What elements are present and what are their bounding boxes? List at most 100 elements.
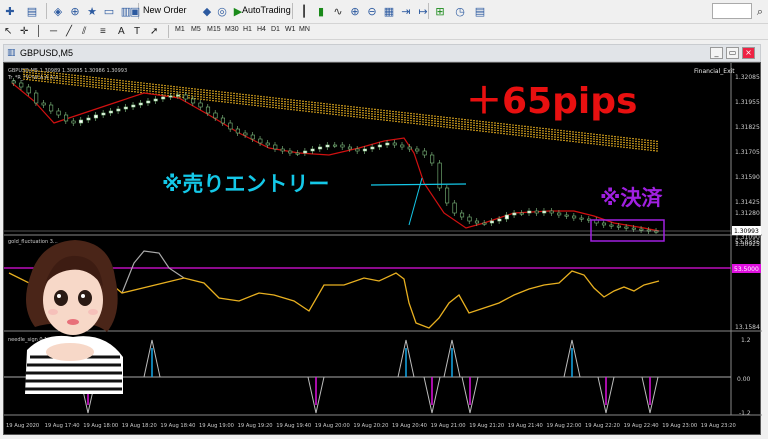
candle xyxy=(340,144,345,148)
timeframe-m1[interactable]: M1 xyxy=(175,26,185,33)
time-label: 19 Aug 19:00 xyxy=(199,423,234,429)
candle xyxy=(355,148,360,152)
candle xyxy=(280,148,285,152)
signals-icon[interactable]: ◎ xyxy=(214,3,230,19)
line-chart-icon[interactable]: ∿ xyxy=(330,3,346,19)
candle xyxy=(131,104,136,108)
time-label: 19 Aug 20:20 xyxy=(353,423,388,429)
candle xyxy=(400,144,405,148)
drawing-toolbar: ↖ ✛ │ ─ ╱ ⫽ ≡ A T ➚ M1 M5 M15 M30 H1 H4 … xyxy=(0,24,768,40)
time-label: 19 Aug 18:00 xyxy=(83,423,118,429)
zoom-in-icon[interactable]: ⊕ xyxy=(347,3,363,19)
exit-annotation: ※決済 xyxy=(600,186,663,210)
search-input[interactable] xyxy=(712,3,752,19)
candle xyxy=(205,106,211,114)
entry-horizontal-line[interactable] xyxy=(370,183,467,186)
time-label: 19 Aug 23:20 xyxy=(701,423,736,429)
sub1-bottom-value: 13.1584 xyxy=(735,324,760,331)
market-watch-icon[interactable]: ◈ xyxy=(50,3,66,19)
terminal-icon[interactable]: ▭ xyxy=(101,3,117,19)
minimize-button[interactable]: _ xyxy=(710,47,723,59)
gold-fluctuation-line-gray xyxy=(121,250,185,294)
arrows-icon[interactable]: ➚ xyxy=(150,26,158,37)
navigator-icon[interactable]: ★ xyxy=(84,3,100,19)
timeframe-d1[interactable]: D1 xyxy=(271,26,280,33)
text-icon[interactable]: A xyxy=(118,26,125,37)
candle xyxy=(56,110,61,116)
profiles-icon[interactable]: ▤ xyxy=(24,3,40,19)
candle xyxy=(452,202,457,214)
metaeditor-icon[interactable]: ◆ xyxy=(199,3,215,19)
candle xyxy=(123,106,128,110)
restore-button[interactable]: ▭ xyxy=(726,47,739,59)
zoom-out-icon[interactable]: ⊖ xyxy=(364,3,380,19)
timeframe-w1[interactable]: W1 xyxy=(285,26,296,33)
candle xyxy=(303,150,308,154)
bar-chart-icon[interactable]: ┃ xyxy=(296,3,312,19)
timeframe-h1[interactable]: H1 xyxy=(243,26,252,33)
new-order-icon[interactable]: ▣ xyxy=(128,3,142,19)
timeframe-m5[interactable]: M5 xyxy=(191,26,201,33)
timeframe-h4[interactable]: H4 xyxy=(257,26,266,33)
candle xyxy=(572,215,577,219)
cursor-icon[interactable]: ↖ xyxy=(4,26,12,37)
label-icon[interactable]: T xyxy=(134,26,140,37)
candle xyxy=(370,146,375,150)
close-button[interactable]: × xyxy=(742,47,755,59)
candle xyxy=(497,218,502,222)
candle xyxy=(459,212,465,218)
level-value: 53.5000 xyxy=(734,266,759,273)
periods-icon[interactable]: ◷ xyxy=(452,3,468,19)
fibonacci-icon[interactable]: ≡ xyxy=(100,26,106,37)
candle xyxy=(325,144,330,148)
new-order-button[interactable]: New Order xyxy=(143,5,187,15)
equidistant-channel-icon[interactable]: ⫽ xyxy=(82,26,86,37)
candle xyxy=(445,187,450,204)
price-label: 1.31705 xyxy=(735,149,760,156)
autotrading-button[interactable]: AutoTrading xyxy=(242,5,291,15)
templates-icon[interactable]: ▤ xyxy=(472,3,488,19)
candle xyxy=(213,112,218,119)
candle xyxy=(564,214,569,217)
candle xyxy=(86,117,91,121)
price-label: 1.31955 xyxy=(735,99,760,106)
crosshair-icon[interactable]: ✛ xyxy=(20,26,28,37)
price-label: 1.32085 xyxy=(735,74,760,81)
candle xyxy=(78,119,84,124)
time-label: 19 Aug 18:20 xyxy=(122,423,157,429)
candle xyxy=(557,212,562,216)
candle xyxy=(288,150,293,154)
new-chart-icon[interactable]: ✚ xyxy=(2,3,18,19)
trendline-icon[interactable]: ╱ xyxy=(66,26,72,37)
gain-annotation: ＋65pips xyxy=(466,81,637,122)
sub1-top-value: 53.8336 xyxy=(735,239,760,246)
candle xyxy=(332,144,338,147)
chart-window-titlebar[interactable]: ▥ GBPUSD,M5 _ ▭ × xyxy=(3,44,761,62)
candle xyxy=(609,224,614,227)
price-label: 1.31825 xyxy=(735,124,760,131)
timeframe-m15[interactable]: M15 xyxy=(207,26,221,33)
candle xyxy=(161,96,166,100)
entry-annotation: ※売りエントリー xyxy=(162,172,329,196)
candle xyxy=(422,150,427,156)
timeframe-m30[interactable]: M30 xyxy=(225,26,239,33)
candle xyxy=(639,228,644,231)
needle-bottom-value: -1.2 xyxy=(739,410,751,417)
needle-zero-value: 0.00 xyxy=(737,376,751,383)
chart-shift-icon[interactable]: ⇥ xyxy=(398,3,414,19)
tile-windows-icon[interactable]: ▦ xyxy=(381,3,397,19)
chart-window-icon: ▥ xyxy=(7,48,16,58)
candle xyxy=(534,210,539,214)
vertical-line-icon[interactable]: │ xyxy=(36,26,42,37)
candlestick-icon[interactable]: ▮ xyxy=(313,3,329,19)
avatar xyxy=(25,240,123,394)
timeframe-mn[interactable]: MN xyxy=(299,26,310,33)
data-window-icon[interactable]: ⊕ xyxy=(67,3,83,19)
search-icon[interactable]: ⌕ xyxy=(752,4,768,20)
candle xyxy=(616,225,621,228)
indicators-icon[interactable]: ⊞ xyxy=(432,3,448,19)
candle xyxy=(243,132,248,136)
needle-top-value: 1.2 xyxy=(741,337,751,344)
time-label: 19 Aug 20:00 xyxy=(315,423,350,429)
horizontal-line-icon[interactable]: ─ xyxy=(50,26,57,37)
